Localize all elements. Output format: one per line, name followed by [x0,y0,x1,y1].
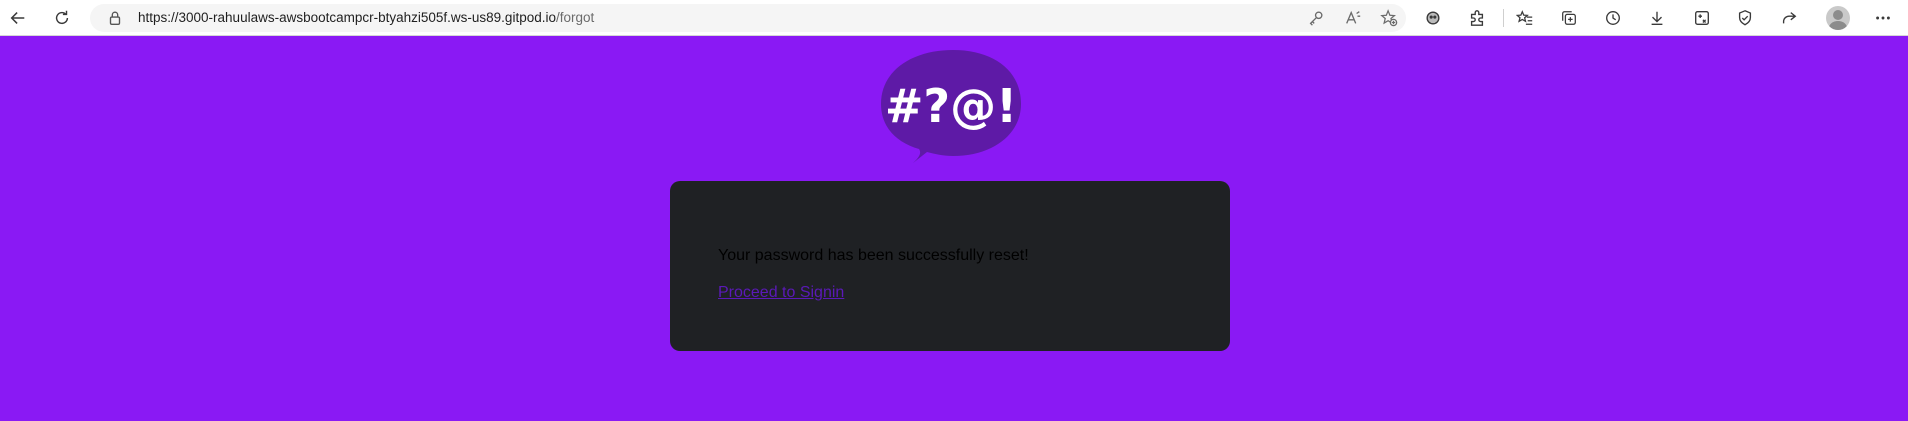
profile-avatar-icon[interactable] [1826,6,1850,30]
key-icon[interactable] [1307,9,1325,27]
refresh-icon[interactable] [50,6,74,30]
success-message: Your password has been successfully rese… [718,247,1029,264]
math-solver-icon[interactable] [1690,6,1714,30]
reset-success-card: Your password has been successfully rese… [670,181,1230,351]
downloads-icon[interactable] [1645,6,1669,30]
collections-icon[interactable] [1557,6,1581,30]
extensions-puzzle-icon[interactable] [1465,6,1489,30]
address-bar[interactable]: https://3000-rahuulaws-awsbootcampcr-bty… [90,4,1406,32]
url-host: https://3000-rahuulaws-awsbootcampcr-bty… [138,10,556,25]
history-icon[interactable] [1601,6,1625,30]
browser-toolbar: https://3000-rahuulaws-awsbootcampcr-bty… [0,0,1908,36]
share-icon[interactable] [1777,6,1801,30]
back-arrow-icon[interactable] [6,6,30,30]
proceed-to-signin-link[interactable]: Proceed to Signin [718,284,844,302]
toolbar-divider [1503,9,1504,27]
extension-face-icon[interactable] [1421,6,1445,30]
url-path: /forgot [555,10,595,25]
read-aloud-icon[interactable] [1344,9,1362,27]
speech-bubble-logo-icon: #?@! [881,50,1021,163]
lock-icon[interactable] [106,9,124,27]
url-text[interactable]: https://3000-rahuulaws-awsbootcampcr-bty… [138,4,594,32]
favorites-icon[interactable] [1513,6,1537,30]
logo-symbols: #?@! [885,79,1017,133]
more-menu-icon[interactable] [1871,6,1895,30]
browser-essentials-icon[interactable] [1733,6,1757,30]
app-logo: #?@! [881,48,1021,166]
favorite-star-add-icon[interactable] [1380,9,1398,27]
